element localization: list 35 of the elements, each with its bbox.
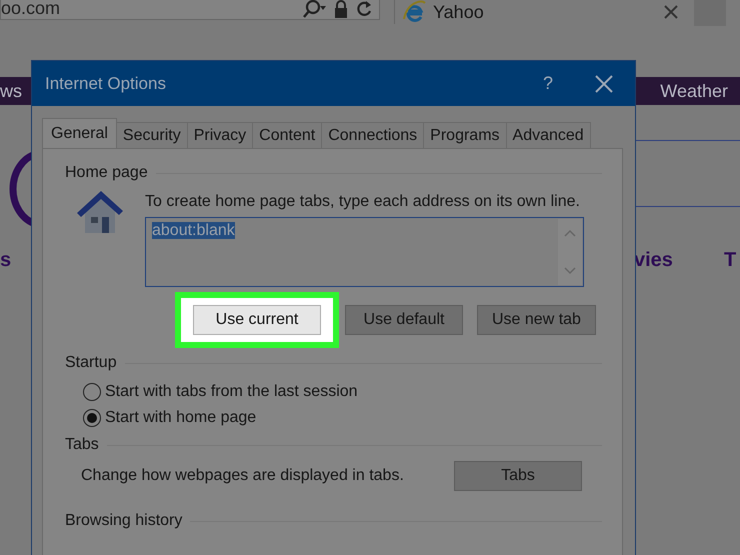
tab-title: Yahoo <box>433 2 485 22</box>
close-icon[interactable] <box>664 5 678 19</box>
group-heading: Browsing history <box>65 512 182 530</box>
nav-link[interactable]: Weather <box>660 80 728 102</box>
address-bar[interactable]: oo.com <box>0 0 380 20</box>
radio-label: Start with home page <box>105 409 256 427</box>
home-page-field[interactable]: about:blank <box>145 217 584 287</box>
radio-button[interactable] <box>83 383 101 401</box>
group-heading: Startup <box>65 354 117 372</box>
group-heading: Home page <box>65 164 148 182</box>
description-text: Change how webpages are displayed in tabs. <box>81 467 404 485</box>
browser-logo-icon <box>401 0 427 25</box>
page-link[interactable]: vies <box>634 249 673 272</box>
page-link[interactable]: s <box>0 249 12 272</box>
page-link[interactable]: T <box>724 249 736 272</box>
window-title: Internet Options <box>45 74 167 94</box>
help-button[interactable]: ? <box>542 73 553 94</box>
close-icon[interactable] <box>595 74 613 92</box>
tab[interactable]: General <box>42 118 117 148</box>
refresh-icon[interactable] <box>355 0 373 18</box>
instruction-text: To create home page tabs, type each address on its own line. <box>145 193 581 211</box>
group-heading: Tabs <box>65 436 99 454</box>
dialog-button[interactable]: Use current <box>193 305 321 335</box>
dialog-button[interactable]: Use new tab <box>477 305 596 335</box>
browser-tab[interactable]: Yahoo <box>394 0 688 24</box>
address-text: oo.com <box>1 0 62 19</box>
radio-button[interactable] <box>83 409 101 427</box>
nav-link[interactable]: ws <box>0 80 22 102</box>
dialog-button[interactable]: Tabs <box>454 461 582 491</box>
dialog-button[interactable]: Use default <box>345 305 463 335</box>
search-icon[interactable] <box>301 0 327 18</box>
radio-label: Start with tabs from the last session <box>105 383 358 401</box>
field-value: about:blank <box>152 222 235 239</box>
tab[interactable]: Advanced <box>506 122 591 148</box>
lock-icon <box>333 0 349 18</box>
